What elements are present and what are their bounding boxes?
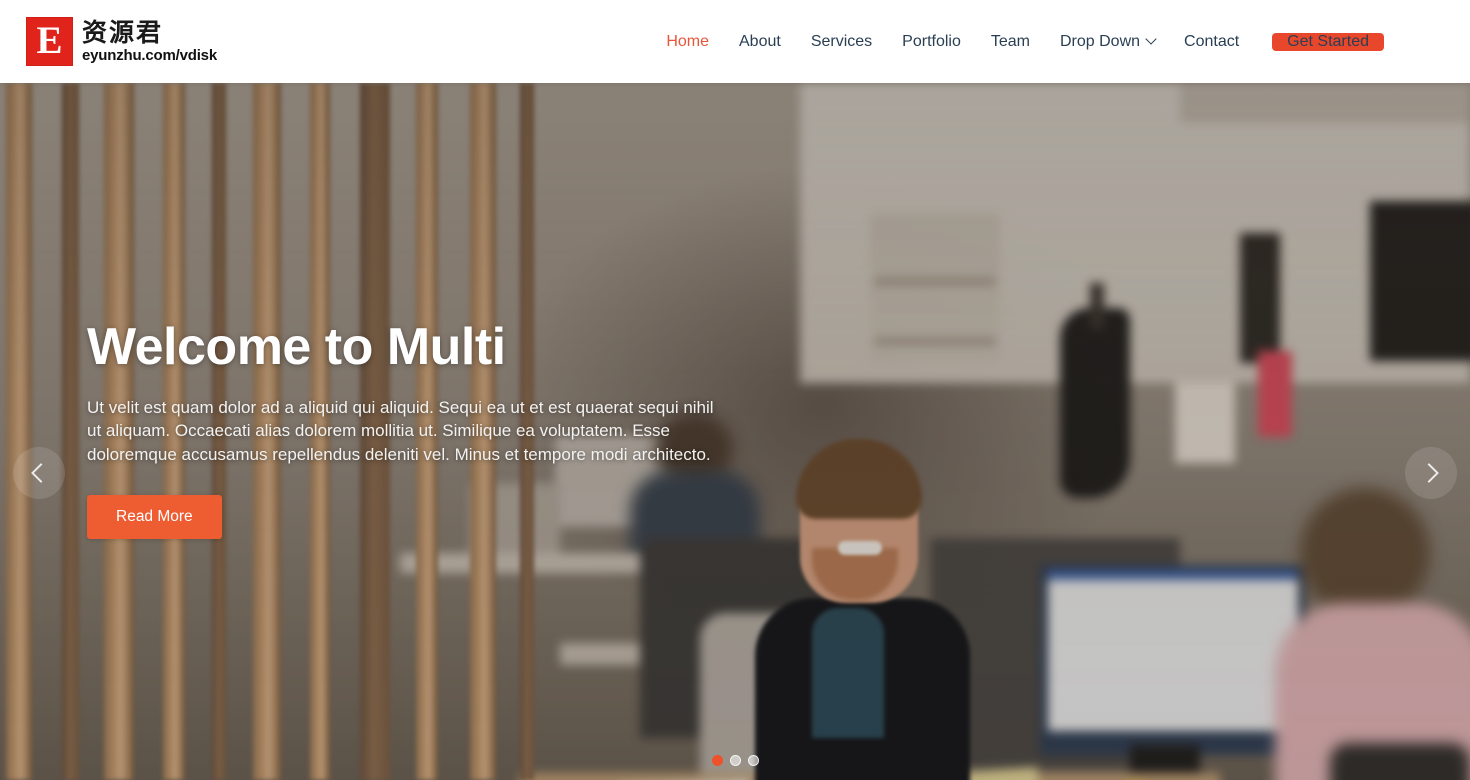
brand-text: 资源君 eyunzhu.com/vdisk — [82, 18, 217, 65]
nav-item-services[interactable]: Services — [796, 33, 887, 51]
nav-item-home[interactable]: Home — [651, 33, 724, 51]
brand-logo[interactable]: E 资源君 eyunzhu.com/vdisk — [26, 17, 217, 66]
read-more-button[interactable]: Read More — [87, 495, 222, 540]
hero-content: Welcome to Multi Ut velit est quam dolor… — [87, 318, 737, 540]
chevron-right-icon — [1419, 463, 1439, 483]
carousel-prev-button[interactable] — [13, 447, 65, 499]
logo-mark-icon: E — [26, 17, 73, 66]
chevron-down-icon — [1147, 35, 1156, 44]
nav-item-team[interactable]: Team — [976, 33, 1045, 51]
carousel-next-button[interactable] — [1405, 447, 1457, 499]
carousel-dot-3[interactable] — [747, 755, 759, 766]
site-header: E 资源君 eyunzhu.com/vdisk Home About Servi… — [0, 0, 1470, 83]
nav-item-contact[interactable]: Contact — [1169, 33, 1254, 51]
hero-paragraph: Ut velit est quam dolor ad a aliquid qui… — [87, 397, 714, 464]
main-navigation: Home About Services Portfolio Team Drop … — [651, 0, 1470, 83]
brand-url: eyunzhu.com/vdisk — [82, 47, 217, 64]
carousel-indicators — [0, 755, 1470, 766]
logo-letter: E — [36, 19, 63, 62]
get-started-button[interactable]: Get Started — [1272, 32, 1384, 51]
carousel-dot-1[interactable] — [711, 755, 723, 766]
hero-carousel: Welcome to Multi Ut velit est quam dolor… — [0, 83, 1470, 780]
nav-item-portfolio[interactable]: Portfolio — [887, 33, 976, 51]
carousel-dot-2[interactable] — [729, 755, 741, 766]
chevron-left-icon — [31, 463, 51, 483]
hero-title: Welcome to Multi — [87, 318, 506, 376]
nav-item-dropdown-label: Drop Down — [1060, 32, 1141, 50]
nav-item-dropdown[interactable]: Drop Down — [1045, 33, 1169, 51]
brand-name-cn: 资源君 — [82, 18, 164, 47]
nav-item-about[interactable]: About — [724, 33, 796, 51]
